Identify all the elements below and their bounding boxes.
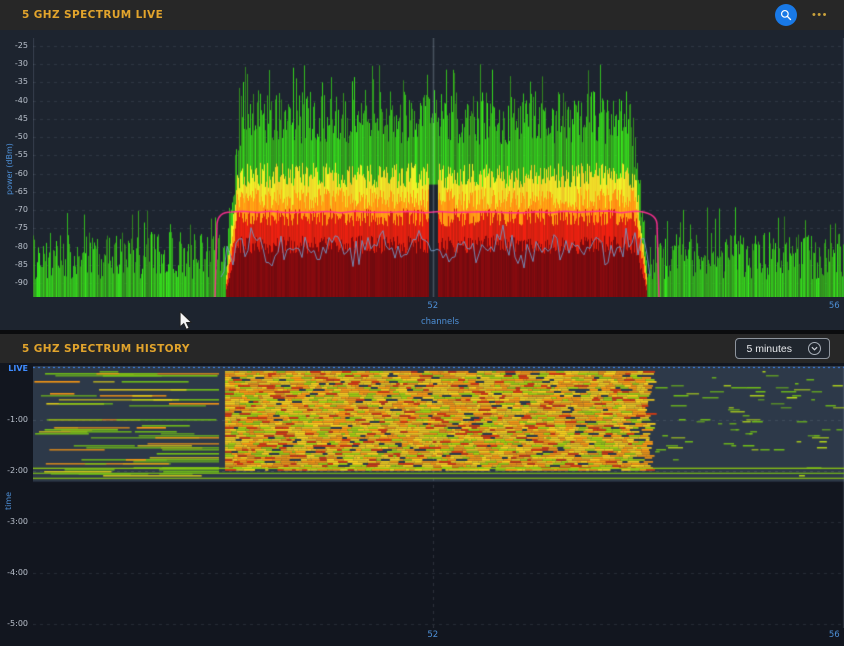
live-y-tick: -50 — [15, 133, 28, 141]
spectrum-history-panel: 5 GHZ SPECTRUM HISTORY 5 minutes time LI… — [0, 334, 844, 646]
live-y-tick: -70 — [15, 206, 28, 214]
history-x-tick: 56 — [829, 631, 840, 640]
live-y-tick: -60 — [15, 170, 28, 178]
live-x-tick: 52 — [427, 302, 438, 311]
live-y-tick: -25 — [15, 42, 28, 50]
live-y-tick: -30 — [15, 60, 28, 68]
live-spectrum-plot[interactable] — [33, 38, 844, 297]
live-x-tick: 56 — [829, 302, 840, 311]
history-live-tick: LIVE — [8, 365, 28, 373]
chevron-down-icon — [808, 342, 821, 355]
live-y-tick: -55 — [15, 151, 28, 159]
history-x-tick: 52 — [427, 631, 438, 640]
history-time-tick: -2:00 — [7, 467, 28, 475]
live-x-axis-title: channels — [421, 317, 459, 327]
live-y-tick: -45 — [15, 115, 28, 123]
history-panel-header: 5 GHZ SPECTRUM HISTORY 5 minutes — [0, 334, 844, 363]
ellipsis-icon: ••• — [812, 9, 828, 21]
history-panel-title: 5 GHZ SPECTRUM HISTORY — [22, 343, 190, 355]
history-y-tick-labels: LIVE -1:00 -2:00 -3:00 -4:00 -5:00 — [0, 363, 31, 646]
live-y-tick-labels: -25 -30 -35 -40 -45 -50 -55 -60 -65 -70 -75 -80 -85 -… — [0, 30, 31, 330]
live-spectrum-chart: power (dBm) -25-30-35-40-45-50-55-60-65-… — [0, 30, 844, 330]
more-options-button[interactable]: ••• — [810, 8, 830, 23]
history-time-tick: -4:00 — [7, 569, 28, 577]
history-waterfall-plot[interactable] — [33, 366, 844, 628]
live-panel-title: 5 GHZ SPECTRUM LIVE — [22, 9, 163, 21]
live-y-tick: -65 — [15, 188, 28, 196]
live-y-tick: -90 — [15, 279, 28, 287]
history-header-actions: 5 minutes — [735, 338, 830, 359]
time-range-dropdown[interactable]: 5 minutes — [735, 338, 830, 359]
history-time-tick: -3:00 — [7, 518, 28, 526]
live-y-tick: -80 — [15, 243, 28, 251]
live-header-actions: ••• — [775, 4, 830, 26]
live-panel-header: 5 GHZ SPECTRUM LIVE ••• — [0, 0, 844, 30]
history-waterfall-chart: time LIVE-1:00-2:00-3:00-4:00-5:00 5256 — [0, 363, 844, 646]
history-time-tick: -1:00 — [7, 416, 28, 424]
time-range-value: 5 minutes — [746, 343, 792, 355]
live-y-tick: -75 — [15, 224, 28, 232]
zoom-button[interactable] — [775, 4, 797, 26]
live-y-tick: -85 — [15, 261, 28, 269]
spectrum-analyzer-app: 5 GHZ SPECTRUM LIVE ••• power (dBm) -25-… — [0, 0, 844, 646]
live-y-tick: -35 — [15, 78, 28, 86]
magnifier-icon — [780, 9, 792, 21]
history-time-tick: -5:00 — [7, 620, 28, 628]
live-y-tick: -40 — [15, 97, 28, 105]
